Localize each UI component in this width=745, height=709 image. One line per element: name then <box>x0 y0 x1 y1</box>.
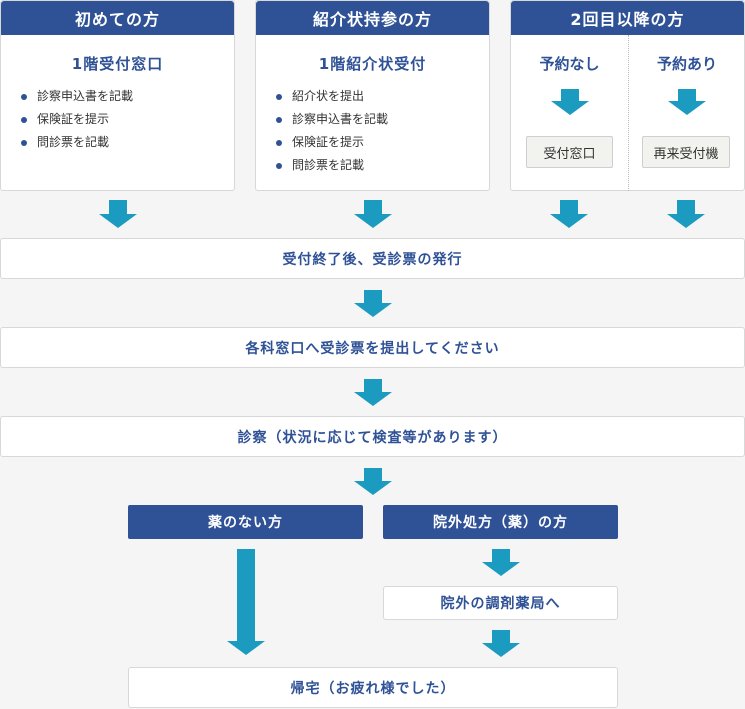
first-visit-list: 診察申込書を記載 保険証を提示 問診票を記載 <box>21 85 133 154</box>
bullet-icon <box>21 117 27 123</box>
list-item: 問診票を記載 <box>21 131 133 154</box>
branch-outside-prescription: 院外処方（薬）の方 <box>383 505 618 539</box>
pharmacy-step: 院外の調剤薬局へ <box>383 586 618 620</box>
step-ticket-issue: 受付終了後、受診票の発行 <box>0 238 745 279</box>
reception-window-box: 受付窓口 <box>526 136 613 168</box>
bullet-icon <box>276 117 282 123</box>
list-item: 保険証を提示 <box>276 131 388 154</box>
branch-no-medicine: 薬のない方 <box>128 505 363 539</box>
first-visit-title: 1階受付窓口 <box>71 55 164 73</box>
reentry-machine-box: 再来受付機 <box>642 136 730 168</box>
list-item: 問診票を記載 <box>276 154 388 177</box>
bullet-icon <box>21 140 27 146</box>
list-item: 診察申込書を記載 <box>21 85 133 108</box>
bullet-icon <box>276 163 282 169</box>
bullet-icon <box>276 94 282 100</box>
repeat-visit-header: 2回目以降の方 <box>511 1 744 35</box>
first-visit-header: 初めての方 <box>1 1 234 35</box>
referral-list: 紹介状を提出 診察申込書を記載 保険証を提示 問診票を記載 <box>276 85 388 177</box>
repeat-visit-card: 2回目以降の方 予約なし 予約あり 受付窓口 再来受付機 <box>510 0 745 191</box>
list-item: 紹介状を提出 <box>276 85 388 108</box>
final-go-home: 帰宅（お疲れ様でした） <box>128 667 618 708</box>
appointment-label: 予約あり <box>656 55 717 73</box>
no-appointment-label: 予約なし <box>539 55 600 73</box>
first-visit-card: 初めての方 1階受付窓口 診察申込書を記載 保険証を提示 問診票を記載 <box>0 0 235 191</box>
bullet-icon <box>276 140 282 146</box>
list-item: 診察申込書を記載 <box>276 108 388 131</box>
referral-header: 紹介状持参の方 <box>256 1 489 35</box>
bullet-icon <box>21 94 27 100</box>
referral-title: 1階紹介状受付 <box>318 55 427 73</box>
step-submit-ticket: 各科窓口へ受診票を提出してください <box>0 327 745 368</box>
list-item: 保険証を提示 <box>21 108 133 131</box>
referral-card: 紹介状持参の方 1階紹介状受付 紹介状を提出 診察申込書を記載 保険証を提示 問… <box>255 0 490 191</box>
step-examination: 診察（状況に応じて検査等があります） <box>0 416 745 457</box>
